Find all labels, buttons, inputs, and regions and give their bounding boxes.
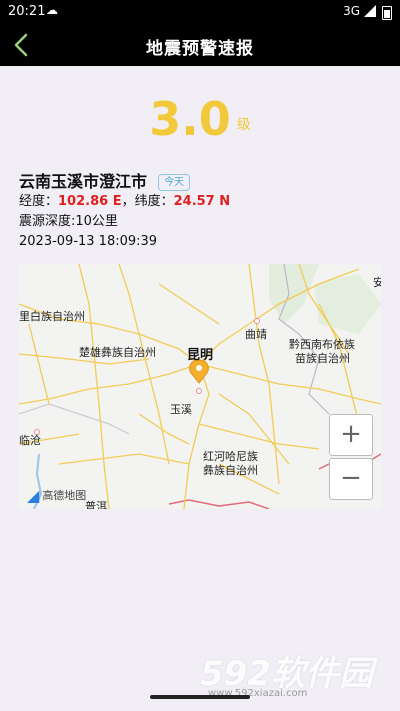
depth-row: 震源深度:10公里: [19, 214, 118, 229]
location-name: 云南玉溪市澄江市: [19, 172, 148, 191]
coordinates-row: 经度：102.86 E，纬度：24.57 N: [19, 192, 381, 212]
status-time: 20:21: [8, 4, 46, 19]
amap-logo-icon: ◢: [27, 486, 40, 505]
latitude-value: 24.57 N: [173, 194, 231, 209]
epicenter-marker-icon: [189, 359, 209, 384]
map-label-dali: 里白族自治州: [19, 310, 85, 323]
map-label-honghe: 红河哈尼族: [203, 450, 258, 463]
battery-icon: [382, 6, 392, 20]
time-row: 2023-09-13 18:09:39: [19, 234, 158, 249]
zoom-in-button[interactable]: +: [329, 414, 373, 456]
longitude-value: 102.86 E: [58, 194, 122, 209]
zoom-out-button[interactable]: −: [329, 458, 373, 500]
cloud-icon: ☁: [46, 3, 58, 17]
map-label-qiannan: 黔西南布依族: [289, 338, 355, 351]
map-label-honghe-2: 彝族自治州: [203, 464, 258, 477]
map-label-puer: 普洱: [85, 500, 107, 509]
map-provider-logo: ◢ 高德地图: [27, 486, 86, 505]
latitude-label: ，纬度：: [121, 194, 174, 209]
page-title: 地震预警速报: [146, 39, 254, 59]
map-label-kunming: 昆明: [187, 348, 214, 363]
map-label-lincang: 临沧: [19, 434, 41, 447]
top-nav-bar: 地震预警速报: [0, 24, 400, 66]
map-label-qujing: 曲靖: [245, 328, 267, 341]
status-bar: 20:21 ☁ 3G: [0, 0, 400, 24]
map-roads: [19, 264, 381, 509]
map-provider-name: 高德地图: [42, 489, 87, 502]
map-label-corner: 安: [373, 276, 381, 289]
signal-icon: [364, 5, 376, 17]
map-view[interactable]: 里白族自治州 楚雄彝族自治州 昆明 曲靖 黔西南布依族 苗族自治州 玉溪 临沧 …: [19, 264, 381, 509]
longitude-label: 经度：: [19, 194, 59, 209]
magnitude-value: 3.0: [149, 92, 231, 146]
home-indicator[interactable]: [150, 695, 250, 699]
map-label-qiannan-2: 苗族自治州: [295, 352, 350, 365]
magnitude-display: 3.0 级: [0, 92, 400, 146]
quake-info: 云南玉溪市澄江市 今天 经度：102.86 E，纬度：24.57 N 震源深度:…: [19, 168, 381, 252]
location-row: 云南玉溪市澄江市 今天: [19, 168, 381, 192]
network-type: 3G: [343, 4, 360, 18]
map-label-chuxiong: 楚雄彝族自治州: [79, 346, 156, 359]
map-label-yuxi: 玉溪: [170, 403, 192, 416]
magnitude-unit: 级: [236, 117, 251, 133]
today-badge: 今天: [158, 174, 191, 191]
